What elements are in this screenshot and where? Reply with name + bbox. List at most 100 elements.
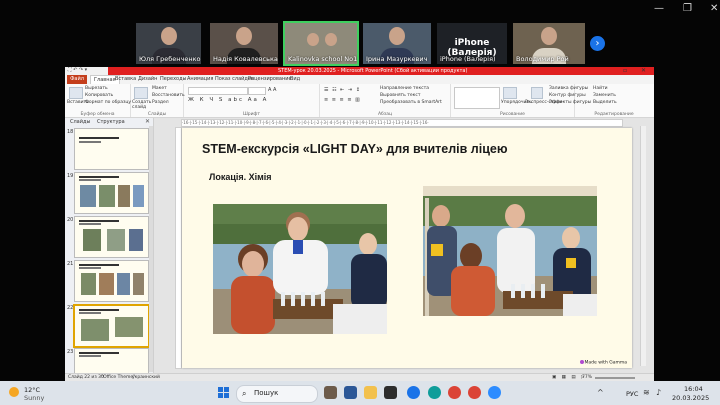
sun-icon[interactable]: [9, 387, 19, 397]
chrome-profile-icon[interactable]: [468, 386, 481, 399]
gamma-badge[interactable]: Made with Gamma: [579, 359, 627, 365]
taskbar-search[interactable]: ⌕ Пошук: [236, 385, 318, 403]
minimize-button[interactable]: —: [654, 3, 664, 14]
chrome-icon[interactable]: [448, 386, 461, 399]
ribbon: Вставить Вырезать Копировать Формат по о…: [65, 84, 654, 118]
participant-name: Юля Гребенченко: [139, 55, 201, 63]
tab-animation[interactable]: Анимация: [187, 76, 213, 82]
group-slides: Создать слайд Макет Восстановить Раздел …: [131, 84, 185, 117]
chevron-right-icon[interactable]: ›: [590, 36, 605, 51]
font-grow-icon[interactable]: A A: [268, 87, 276, 93]
slide-thumbnail[interactable]: [74, 172, 149, 214]
slide-thumbnail-selected[interactable]: [73, 304, 150, 348]
replace-button[interactable]: Заменить: [593, 93, 616, 98]
close-button[interactable]: ✕: [710, 3, 718, 14]
store-icon[interactable]: [384, 386, 397, 399]
format-painter-button[interactable]: Формат по образцу: [85, 100, 131, 105]
align-icons[interactable]: ≡ ≡ ≡ ≡ ▥: [324, 97, 361, 103]
windows-start-icon[interactable]: [218, 387, 229, 398]
app-icon[interactable]: [344, 386, 357, 399]
layout-button[interactable]: Макет: [152, 86, 167, 91]
find-button[interactable]: Найти: [593, 86, 608, 91]
workspace-scrollbar[interactable]: [640, 126, 646, 366]
participant-tile[interactable]: Володимир Рой: [513, 23, 585, 64]
taskbar: 12°C Sunny ⌕ Пошук ^ РУС ≋ ♪ 16:04 20.03…: [0, 381, 720, 405]
temperature[interactable]: 12°C: [24, 386, 40, 394]
tab-slides-panel[interactable]: Слайды: [70, 119, 90, 125]
tab-transitions[interactable]: Переходы: [160, 76, 187, 82]
group-label: Рисование: [500, 112, 525, 117]
paste-icon[interactable]: [69, 87, 83, 99]
participant-tile[interactable]: Ірина Мазуркевич: [363, 23, 431, 64]
clock-date[interactable]: 20.03.2025: [672, 394, 709, 402]
group-font: A A Ж К Ч S abc Aa A Шрифт: [184, 84, 320, 117]
slide-number: 18: [67, 129, 74, 135]
meeting-app-icon[interactable]: [488, 386, 501, 399]
participant-face: [160, 27, 177, 45]
participant-tile-active[interactable]: Kalinovka school No1: [283, 21, 359, 66]
wifi-icon[interactable]: ≋: [643, 388, 650, 397]
tab-view[interactable]: Вид: [290, 76, 300, 82]
restore-button[interactable]: ❐: [683, 3, 692, 14]
group-label: Слайды: [147, 112, 167, 117]
tab-file[interactable]: Файл: [67, 75, 87, 84]
file-explorer-icon[interactable]: [364, 386, 377, 399]
edge-icon[interactable]: [428, 386, 441, 399]
cut-button[interactable]: Вырезать: [85, 86, 108, 91]
keyboard-language[interactable]: РУС: [626, 390, 638, 398]
arrange-icon[interactable]: [503, 87, 517, 99]
tab-review[interactable]: Рецензирование: [248, 76, 292, 82]
slide-title[interactable]: STEM-екскурсія «LIGHT DAY» для вчителів …: [202, 142, 508, 156]
new-slide-button[interactable]: Создать слайд: [132, 100, 152, 110]
weather-text[interactable]: Sunny: [24, 394, 44, 402]
font-name-select[interactable]: [188, 87, 248, 95]
smartart-button[interactable]: Преобразовать в SmartArt: [380, 100, 442, 105]
group-drawing: Упорядочить Экспресс-стили Заливка фигур…: [451, 84, 591, 117]
zoom-slider[interactable]: [595, 377, 635, 379]
participant-tile[interactable]: Надія Ковалевська: [210, 23, 278, 64]
task-view-icon[interactable]: [324, 386, 337, 399]
ppt-restore-icon[interactable]: ▫: [623, 67, 627, 75]
participant-name: Ірина Мазуркевич: [366, 55, 428, 63]
select-button[interactable]: Выделить: [593, 100, 617, 105]
text-direction-button[interactable]: Направление текста: [380, 86, 429, 91]
slide-thumbnail[interactable]: [74, 348, 149, 373]
zoom-app-icon[interactable]: [407, 386, 420, 399]
zoom-level[interactable]: 77%: [582, 375, 592, 380]
tray-chevron-icon[interactable]: ^: [597, 388, 604, 397]
shapes-gallery[interactable]: [454, 87, 500, 109]
ppt-close-icon[interactable]: ✕: [641, 67, 646, 75]
current-slide[interactable]: STEM-екскурсія «LIGHT DAY» для вчителів …: [182, 128, 632, 368]
volume-icon[interactable]: ♪: [656, 388, 661, 397]
align-text-button[interactable]: Выровнять текст: [380, 93, 420, 98]
font-style-icons[interactable]: Ж К Ч S abc Aa A: [188, 97, 268, 103]
participant-face: [236, 27, 252, 45]
language-indicator[interactable]: украинский: [132, 375, 160, 380]
new-slide-icon[interactable]: [134, 87, 148, 99]
participant-face: [389, 27, 405, 45]
tab-insert[interactable]: Вставка: [115, 76, 136, 82]
photo-chemistry-right[interactable]: [423, 186, 597, 316]
slide-subtitle[interactable]: Локація. Хімія: [209, 172, 272, 182]
slide-thumbnail[interactable]: [74, 216, 149, 258]
slide-thumbnail[interactable]: [74, 128, 149, 170]
list-icons[interactable]: ☰ ☷ ⇤ ⇥ ↕: [324, 87, 361, 93]
photo-chemistry-left[interactable]: [213, 204, 387, 334]
font-size-select[interactable]: [248, 87, 266, 95]
panel-scrollbar[interactable]: [149, 126, 153, 372]
photo-image: [423, 186, 597, 316]
slide-thumbnail[interactable]: [74, 260, 149, 302]
tab-design[interactable]: Дизайн: [138, 76, 157, 82]
participant-tile[interactable]: iPhone (Валерія) iPhone (Валерія): [437, 23, 507, 64]
group-paragraph: ☰ ☷ ⇤ ⇥ ↕ ≡ ≡ ≡ ≡ ▥ Направление текста В…: [320, 84, 451, 117]
quick-access-toolbar[interactable]: ⛶ ↶ ↷ ▾: [68, 67, 87, 73]
participant-tile[interactable]: Юля Гребенченко: [136, 23, 201, 64]
reset-button[interactable]: Восстановить: [152, 93, 185, 98]
clock-time[interactable]: 16:04: [684, 385, 703, 393]
section-button[interactable]: Раздел: [152, 100, 169, 105]
tab-outline-panel[interactable]: Структура: [97, 119, 125, 125]
close-panel-icon[interactable]: ✕: [145, 118, 150, 125]
quick-styles-icon[interactable]: [531, 87, 543, 99]
copy-button[interactable]: Копировать: [85, 93, 113, 98]
ribbon-tabs: Файл Главная Вставка Дизайн Переходы Ани…: [65, 75, 654, 84]
